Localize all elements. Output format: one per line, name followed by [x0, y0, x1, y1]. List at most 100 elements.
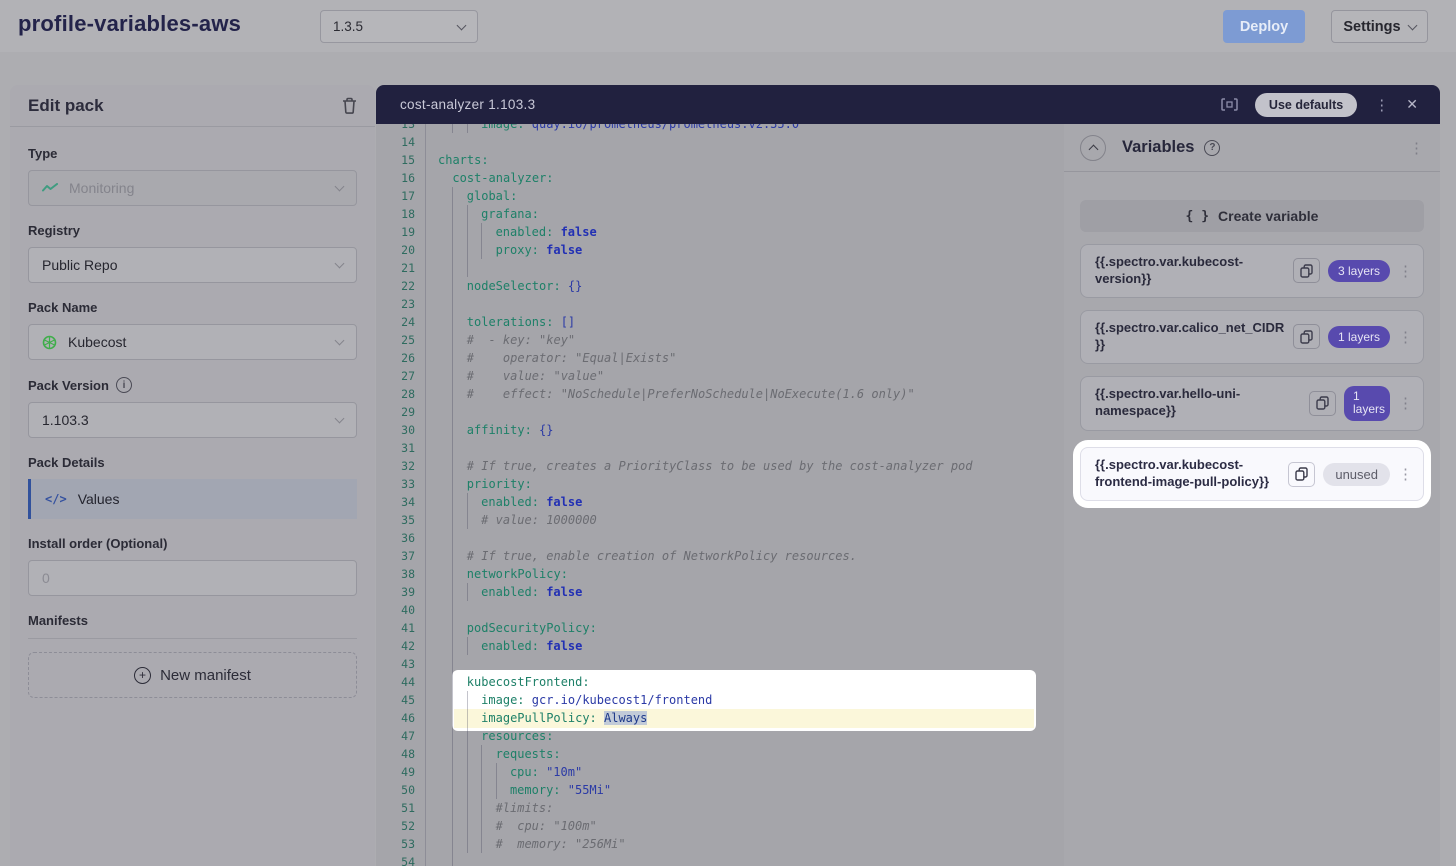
code-line-34: 34enabled: false	[376, 493, 1064, 511]
code-line-28: 28# effect: "NoSchedule|PreferNoSchedule…	[376, 385, 1064, 403]
line-number: 17	[376, 187, 426, 205]
code-line-24: 24tolerations: []	[376, 313, 1064, 331]
line-number: 37	[376, 547, 426, 565]
chevron-up-icon	[1088, 144, 1098, 154]
line-number: 49	[376, 763, 426, 781]
editor-title: cost-analyzer 1.103.3	[400, 97, 1221, 112]
code-line-45: 45image: gcr.io/kubecost1/frontend	[376, 691, 1064, 709]
code-line-21: 21	[376, 259, 1064, 277]
code-line-40: 40	[376, 601, 1064, 619]
line-number: 26	[376, 349, 426, 367]
line-number: 40	[376, 601, 426, 619]
code-line-49: 49cpu: "10m"	[376, 763, 1064, 781]
variables-panel: Variables ? ⋮ { } Create variable {{.spe…	[1064, 124, 1440, 866]
registry-select[interactable]: Public Repo	[28, 247, 357, 283]
line-number: 45	[376, 691, 426, 709]
variable-item[interactable]: {{.spectro.var.hello-uni-namespace}}1 la…	[1080, 376, 1424, 432]
chevron-down-icon	[1407, 20, 1417, 30]
new-manifest-button[interactable]: + New manifest	[28, 652, 357, 698]
yaml-code-editor[interactable]: 13image: quay.io/prometheus/prometheus:v…	[376, 124, 1064, 866]
line-number: 50	[376, 781, 426, 799]
settings-button[interactable]: Settings	[1331, 10, 1428, 43]
variable-kebab-menu-icon[interactable]: ⋮	[1398, 328, 1413, 346]
divider	[28, 638, 357, 639]
delete-pack-icon[interactable]	[342, 97, 357, 114]
variable-kebab-menu-icon[interactable]: ⋮	[1398, 465, 1413, 483]
copy-variable-button[interactable]	[1293, 258, 1320, 283]
line-number: 20	[376, 241, 426, 259]
line-number: 16	[376, 169, 426, 187]
line-number: 52	[376, 817, 426, 835]
help-icon[interactable]: ?	[1204, 140, 1220, 156]
variables-title: Variables	[1122, 138, 1194, 157]
variable-kebab-menu-icon[interactable]: ⋮	[1398, 262, 1413, 280]
code-line-30: 30affinity: {}	[376, 421, 1064, 439]
deploy-button[interactable]: Deploy	[1223, 10, 1305, 43]
braces-icon: { }	[1186, 209, 1209, 224]
line-number: 54	[376, 853, 426, 866]
code-line-53: 53# memory: "256Mi"	[376, 835, 1064, 853]
variable-name: {{.spectro.var.calico_net_CIDR}}	[1095, 320, 1285, 354]
plus-icon: +	[134, 667, 151, 684]
variable-name: {{.spectro.var.hello-uni-namespace}}	[1095, 386, 1301, 420]
code-line-43: 43	[376, 655, 1064, 673]
variable-usage-badge: unused	[1323, 463, 1390, 486]
install-order-placeholder: 0	[42, 570, 343, 586]
line-number: 36	[376, 529, 426, 547]
line-number: 25	[376, 331, 426, 349]
variable-kebab-menu-icon[interactable]: ⋮	[1398, 394, 1413, 412]
monitoring-icon	[42, 183, 58, 193]
variables-header: Variables ? ⋮	[1064, 124, 1440, 172]
line-number: 23	[376, 295, 426, 313]
variable-item[interactable]: {{.spectro.var.calico_net_CIDR}}1 layers…	[1080, 310, 1424, 364]
line-number: 43	[376, 655, 426, 673]
code-line-37: 37# If true, enable creation of NetworkP…	[376, 547, 1064, 565]
manifests-label: Manifests	[28, 613, 357, 628]
chevron-down-icon	[335, 414, 345, 424]
code-line-16: 16cost-analyzer:	[376, 169, 1064, 187]
pack-details-values-item[interactable]: </> Values	[28, 479, 357, 519]
install-order-input[interactable]: 0	[28, 560, 357, 596]
line-number: 35	[376, 511, 426, 529]
type-label: Type	[28, 146, 357, 161]
code-icon: </>	[45, 492, 67, 506]
copy-variable-button[interactable]	[1293, 324, 1320, 349]
line-number: 31	[376, 439, 426, 457]
chevron-down-icon	[335, 259, 345, 269]
close-editor-icon[interactable]: ✕	[1406, 96, 1418, 113]
code-line-14: 14	[376, 133, 1064, 151]
line-number: 41	[376, 619, 426, 637]
new-manifest-label: New manifest	[160, 667, 251, 684]
pack-version-label: Pack Version i	[28, 377, 357, 393]
line-number: 30	[376, 421, 426, 439]
profile-title: profile-variables-aws	[18, 11, 241, 37]
copy-variable-button[interactable]	[1288, 462, 1315, 487]
edit-pack-panel: Edit pack Type Monitoring Registry Publi…	[10, 85, 375, 866]
code-line-18: 18grafana:	[376, 205, 1064, 223]
top-bar: profile-variables-aws 1.3.5 Deploy Setti…	[0, 0, 1456, 52]
use-defaults-button[interactable]: Use defaults	[1255, 93, 1357, 117]
line-number: 42	[376, 637, 426, 655]
create-variable-button[interactable]: { } Create variable	[1080, 200, 1424, 232]
chevron-down-icon	[335, 336, 345, 346]
variable-name: {{.spectro.var.kubecost-frontend-image-p…	[1095, 457, 1280, 491]
variable-name: {{.spectro.var.kubecost-version}}	[1095, 254, 1285, 288]
profile-version-select[interactable]: 1.3.5	[320, 10, 478, 43]
pack-name-select[interactable]: Kubecost	[28, 324, 357, 360]
pack-version-select[interactable]: 1.103.3	[28, 402, 357, 438]
copy-variable-button[interactable]	[1309, 391, 1336, 416]
values-label: Values	[78, 491, 120, 507]
variable-item[interactable]: {{.spectro.var.kubecost-version}} 3 layer…	[1080, 244, 1424, 298]
variable-item[interactable]: {{.spectro.var.kubecost-frontend-image-p…	[1080, 447, 1424, 501]
collapse-panel-button[interactable]	[1080, 135, 1106, 161]
info-icon: i	[116, 377, 132, 393]
variable-usage-badge: 3 layers	[1328, 260, 1390, 282]
code-line-26: 26# operator: "Equal|Exists"	[376, 349, 1064, 367]
editor-kebab-menu-icon[interactable]: ⋮	[1374, 96, 1389, 114]
type-value: Monitoring	[69, 180, 134, 196]
line-number: 18	[376, 205, 426, 223]
code-line-36: 36	[376, 529, 1064, 547]
variables-kebab-menu-icon[interactable]: ⋮	[1409, 139, 1424, 157]
line-number: 33	[376, 475, 426, 493]
expand-editor-icon[interactable]	[1221, 98, 1238, 111]
